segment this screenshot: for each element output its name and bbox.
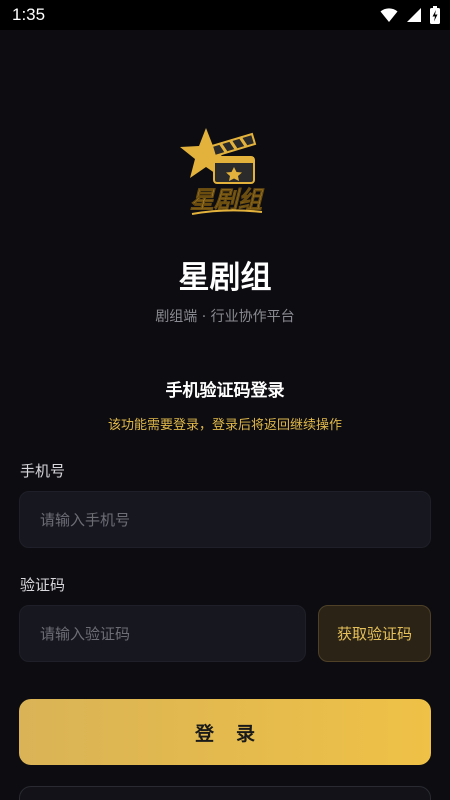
code-label: 验证码: [20, 576, 66, 594]
app-subtitle: 剧组端 · 行业协作平台: [155, 309, 295, 325]
login-tip: 该功能需要登录，登录后将返回继续操作: [107, 418, 342, 433]
wifi-icon: [380, 7, 398, 27]
code-input-box[interactable]: [19, 605, 306, 662]
status-icons: [380, 6, 440, 28]
code-input[interactable]: [40, 606, 305, 661]
status-time: 1:35: [12, 5, 46, 24]
login-title: 手机验证码登录: [165, 381, 285, 401]
phone-input-box[interactable]: [19, 491, 431, 548]
phone-label: 手机号: [20, 462, 66, 480]
phone-input[interactable]: [40, 492, 430, 547]
status-bar: 1:35: [0, 0, 450, 30]
app-title: 星剧组: [178, 260, 272, 296]
clapperboard-icon: [210, 132, 257, 184]
login-button[interactable]: 登录: [19, 699, 431, 765]
app-logo: 星剧组: [176, 124, 276, 224]
get-code-button[interactable]: 获取验证码: [318, 605, 431, 662]
signal-icon: [406, 7, 422, 27]
battery-charging-icon: [430, 6, 440, 28]
bottom-card[interactable]: [19, 786, 431, 800]
